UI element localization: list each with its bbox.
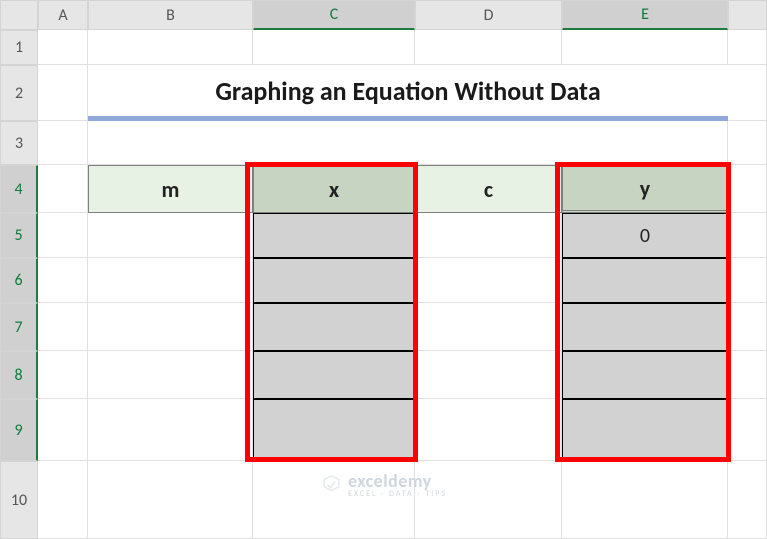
watermark-tagline: EXCEL · DATA · TIPS	[348, 490, 447, 498]
cell-edge-9	[728, 399, 767, 461]
cell-b8[interactable]	[88, 351, 253, 399]
col-header-d[interactable]: D	[415, 0, 562, 30]
cell-b9[interactable]	[88, 399, 253, 461]
spreadsheet-grid: A B C D E 1 2 Graphing an Equation Witho…	[0, 0, 767, 539]
col-header-e[interactable]: E	[562, 0, 728, 30]
row-header-6[interactable]: 6	[0, 258, 38, 303]
cell-a10[interactable]	[38, 461, 88, 539]
cell-e6[interactable]	[562, 258, 728, 303]
cell-c8[interactable]	[253, 351, 415, 399]
cell-edge-7	[728, 303, 767, 351]
cell-d1[interactable]	[415, 30, 562, 65]
cell-a6[interactable]	[38, 258, 88, 303]
cell-b1[interactable]	[88, 30, 253, 65]
cell-e10[interactable]	[562, 461, 728, 539]
page-title: Graphing an Equation Without Data	[88, 65, 728, 121]
cell-e9[interactable]	[562, 399, 728, 461]
cell-a2[interactable]	[38, 65, 88, 121]
cell-c7[interactable]	[253, 303, 415, 351]
row-header-9[interactable]: 9	[0, 399, 38, 461]
select-all-corner[interactable]	[0, 0, 38, 30]
cell-a7[interactable]	[38, 303, 88, 351]
row-header-5[interactable]: 5	[0, 213, 38, 258]
watermark: exceldemy EXCEL · DATA · TIPS	[320, 472, 447, 498]
cell-merged-3[interactable]	[88, 121, 728, 165]
cell-b10[interactable]	[88, 461, 253, 539]
row-header-4[interactable]: 4	[0, 165, 38, 213]
row-header-7[interactable]: 7	[0, 303, 38, 351]
row-header-3[interactable]: 3	[0, 121, 38, 165]
row-header-2[interactable]: 2	[0, 65, 38, 121]
cell-a5[interactable]	[38, 213, 88, 258]
cell-d6[interactable]	[415, 258, 562, 303]
col-header-a[interactable]: A	[38, 0, 88, 30]
cell-b7[interactable]	[88, 303, 253, 351]
col-header-blank	[728, 0, 767, 30]
cell-c1[interactable]	[253, 30, 415, 65]
cell-a8[interactable]	[38, 351, 88, 399]
cell-c9[interactable]	[253, 399, 415, 461]
cell-b5[interactable]	[88, 213, 253, 258]
col-header-b[interactable]: B	[88, 0, 253, 30]
cell-a1[interactable]	[38, 30, 88, 65]
watermark-icon	[320, 474, 342, 496]
cell-d5[interactable]	[415, 213, 562, 258]
cell-a3[interactable]	[38, 121, 88, 165]
cell-edge-6	[728, 258, 767, 303]
table-header-c[interactable]: c	[415, 165, 562, 213]
cell-d9[interactable]	[415, 399, 562, 461]
cell-c5[interactable]	[253, 213, 415, 258]
col-header-c[interactable]: C	[253, 0, 415, 30]
cell-edge-4	[728, 165, 767, 213]
table-header-y[interactable]: y	[562, 165, 728, 213]
cell-edge-1	[728, 30, 767, 65]
cell-edge-8	[728, 351, 767, 399]
cell-b6[interactable]	[88, 258, 253, 303]
table-header-m[interactable]: m	[88, 165, 253, 213]
cell-e8[interactable]	[562, 351, 728, 399]
cell-edge-10	[728, 461, 767, 539]
cell-d8[interactable]	[415, 351, 562, 399]
cell-e1[interactable]	[562, 30, 728, 65]
row-header-8[interactable]: 8	[0, 351, 38, 399]
cell-e7[interactable]	[562, 303, 728, 351]
table-header-x[interactable]: x	[253, 165, 415, 213]
cell-edge-2	[728, 65, 767, 121]
cell-edge-3	[728, 121, 767, 165]
cell-e5[interactable]: 0	[562, 213, 728, 258]
cell-a4[interactable]	[38, 165, 88, 213]
row-header-1[interactable]: 1	[0, 30, 38, 65]
cell-a9[interactable]	[38, 399, 88, 461]
cell-c6[interactable]	[253, 258, 415, 303]
row-header-10[interactable]: 10	[0, 461, 38, 539]
cell-d7[interactable]	[415, 303, 562, 351]
cell-edge-5	[728, 213, 767, 258]
watermark-name: exceldemy	[348, 472, 447, 490]
